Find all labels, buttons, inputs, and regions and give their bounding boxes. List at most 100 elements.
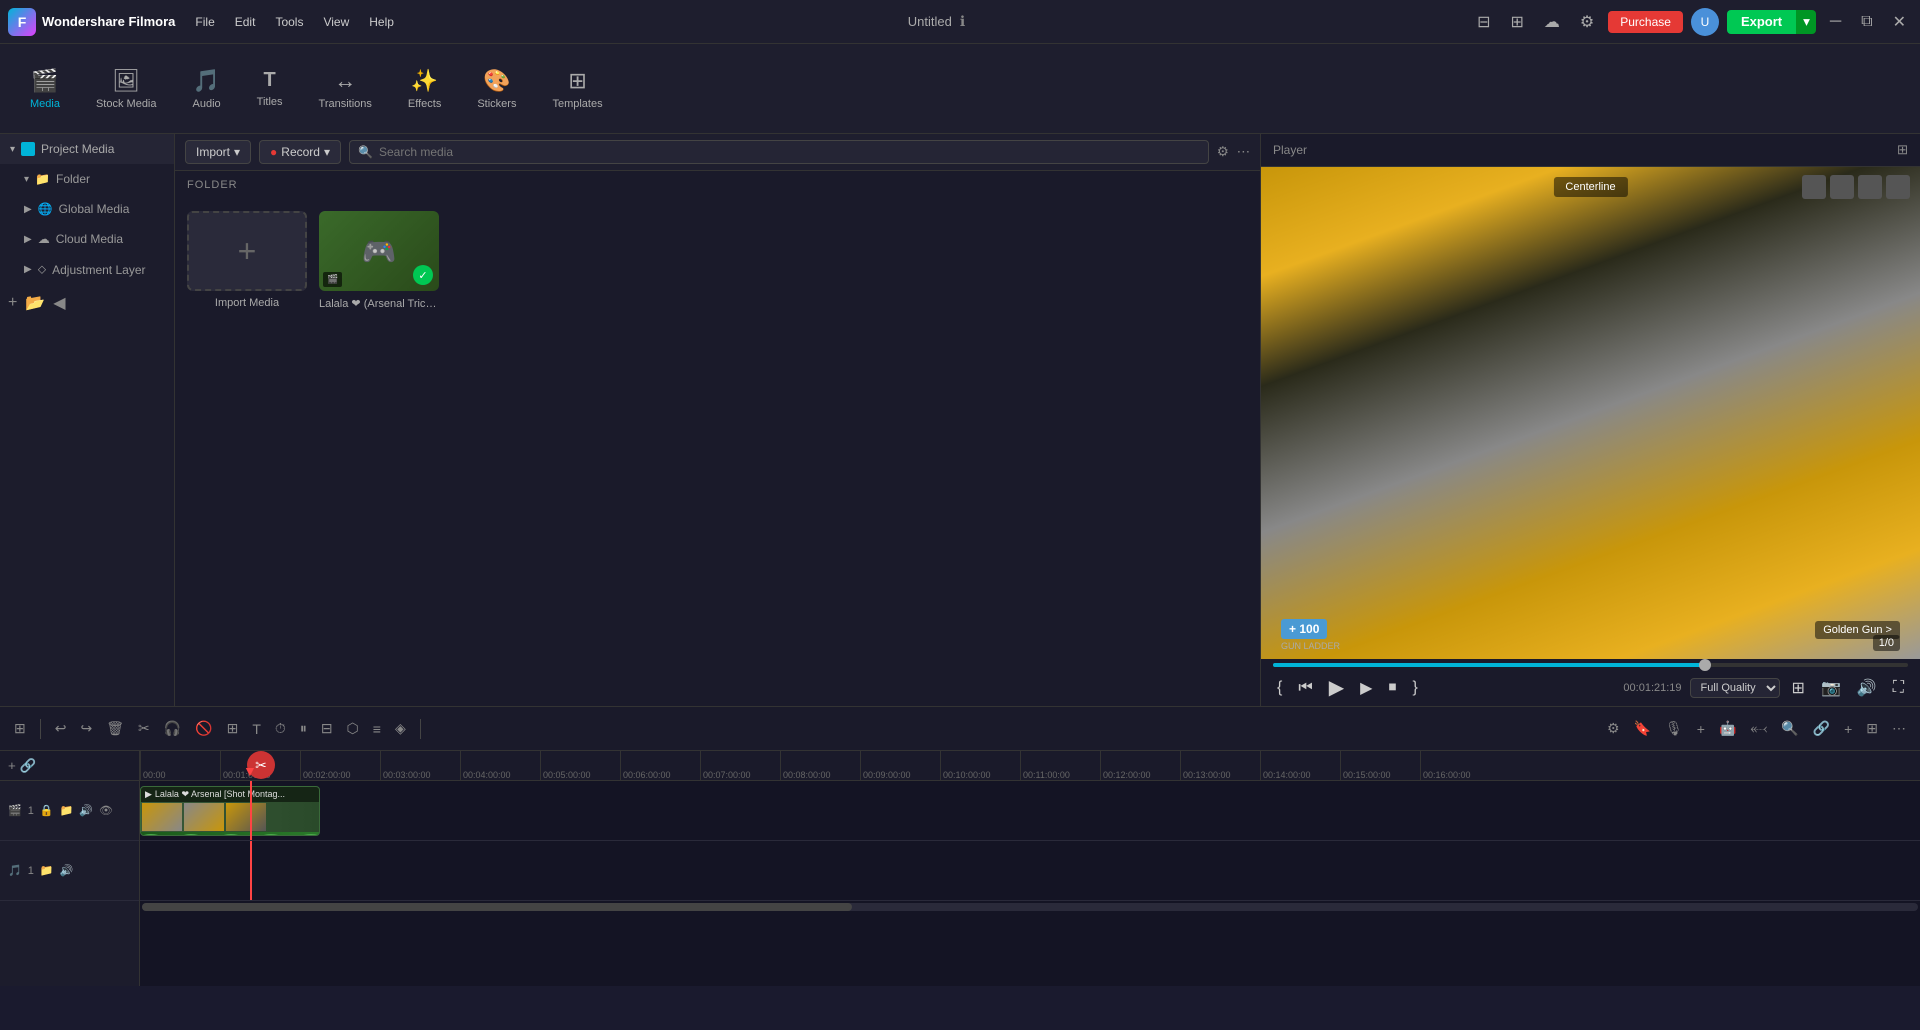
record-voice-button[interactable]: 🎙 (1661, 718, 1687, 739)
monitor-icon[interactable]: ⊟ (1471, 8, 1496, 36)
pan-button[interactable]: ⬡ (343, 718, 363, 739)
undo-button[interactable]: ↩ (51, 718, 71, 739)
redo-button[interactable]: ↪ (76, 718, 96, 739)
time-ruler: 00:00 00:01:00:00 00:02:00:00 00:03:00:0… (140, 751, 1920, 781)
video-clip[interactable]: ▶ Lalala ❤ Arsenal [Shot Montag... (140, 786, 320, 836)
freeze-button[interactable]: ⏸ (296, 718, 311, 739)
stop-button[interactable]: ⏹ (1384, 677, 1400, 699)
tab-media[interactable]: 🎬 Media (16, 60, 74, 118)
export-dropdown-button[interactable]: ▾ (1796, 10, 1816, 34)
cloud-media-chevron: ▶ (24, 234, 32, 245)
crop2-button[interactable]: ⊟ (317, 718, 337, 739)
tab-titles[interactable]: T Titles (243, 61, 297, 116)
sidebar-item-cloud-media[interactable]: ▶ ☁ Cloud Media (0, 224, 174, 254)
menu-tools[interactable]: Tools (267, 11, 311, 33)
folder-options-button[interactable]: 📂 (23, 291, 47, 315)
sidebar-item-adjustment-layer[interactable]: ▶ ⬦ Adjustment Layer (0, 254, 174, 285)
mute-video-button[interactable]: 🔊 (79, 804, 93, 817)
lock-video-button[interactable]: 🔒 (40, 804, 54, 817)
step-forward-button[interactable]: ▶ (1356, 676, 1376, 700)
folder-audio-button[interactable]: 📁 (40, 864, 54, 877)
project-media-header[interactable]: ▾ Project Media (0, 134, 174, 164)
folder-video-button[interactable]: 📁 (60, 804, 74, 817)
tab-stickers[interactable]: 🎨 Stickers (463, 60, 530, 118)
delete-button[interactable]: 🗑 (102, 718, 128, 739)
tab-templates[interactable]: ⊞ Templates (538, 60, 616, 118)
panel-collapse-button[interactable]: ◀ (51, 291, 67, 315)
crop-button[interactable]: ⛶ (1889, 677, 1908, 699)
quality-select[interactable]: Full Quality (1690, 678, 1780, 698)
timeline-layout-button[interactable]: ⊞ (10, 718, 30, 739)
purchase-button[interactable]: Purchase (1608, 11, 1683, 33)
record-dropdown[interactable]: ● Record ▾ (259, 140, 341, 164)
screenshot-button[interactable]: 📷 (1817, 676, 1845, 700)
avatar[interactable]: U (1691, 8, 1719, 36)
mark-out-button[interactable]: } (1408, 677, 1421, 699)
scrollbar-thumb[interactable] (142, 903, 852, 911)
composite-button[interactable]: ◈ (391, 718, 410, 739)
filter-button[interactable]: ⚙ (1217, 144, 1229, 160)
menu-bar: File Edit Tools View Help (187, 11, 402, 33)
effects-icon: ✨ (411, 68, 438, 94)
progress-thumb[interactable] (1699, 659, 1711, 671)
player-expand-button[interactable]: ⊞ (1897, 142, 1908, 158)
tab-stock-media[interactable]: 🖼 Stock Media (82, 60, 171, 118)
caption-button[interactable]: ⬷ (1746, 718, 1771, 739)
ai-button[interactable]: 🤖 (1715, 718, 1740, 739)
tab-effects[interactable]: ✨ Effects (394, 60, 455, 118)
horizontal-scrollbar[interactable] (142, 903, 1918, 911)
progress-bar[interactable] (1273, 663, 1908, 667)
text-button[interactable]: T (248, 719, 265, 739)
zoom-out-button[interactable]: 🔍 (1777, 718, 1802, 739)
menu-file[interactable]: File (187, 11, 222, 33)
menu-edit[interactable]: Edit (227, 11, 264, 33)
add-media-button[interactable]: + (8, 758, 16, 773)
link-tracks-button[interactable]: 🔗 (20, 758, 37, 774)
cloud-icon[interactable]: ☁ (1538, 8, 1566, 36)
grid-view-button[interactable]: ⊞ (1862, 718, 1882, 739)
clip-thumbnail-strip (141, 802, 319, 832)
minimize-button[interactable]: ─ (1824, 9, 1847, 35)
marker-button[interactable]: 🔖 (1630, 718, 1655, 739)
no-pen-button[interactable]: 🚫 (191, 718, 216, 739)
ruler-tick-6: 00:06:00:00 (620, 751, 700, 780)
speed-button[interactable]: ⏱ (271, 718, 290, 739)
step-back-button[interactable]: ⏮ (1294, 677, 1316, 699)
add-folder-button[interactable]: + (6, 291, 19, 315)
snap-button[interactable]: ⚙ (1603, 718, 1624, 739)
sidebar-item-global-media[interactable]: ▶ 🌐 Global Media (0, 194, 174, 224)
global-media-icon: 🌐 (38, 202, 53, 216)
cut-button[interactable]: ✂ (134, 718, 154, 739)
menu-help[interactable]: Help (361, 11, 402, 33)
fullscreen-button[interactable]: ⊞ (1788, 676, 1809, 700)
audio-detach-button[interactable]: 🎧 (160, 718, 185, 739)
volume-button[interactable]: 🔊 (1853, 676, 1881, 700)
mute-audio-button[interactable]: 🔊 (60, 864, 74, 877)
add-track-button[interactable]: + (1693, 719, 1709, 739)
tab-audio[interactable]: 🎵 Audio (179, 60, 235, 118)
thumb-frame-1 (142, 803, 182, 831)
tab-media-label: Media (30, 98, 60, 110)
eye-video-button[interactable]: 👁 (99, 804, 113, 817)
layout-icon[interactable]: ⊞ (1504, 8, 1529, 36)
link-button[interactable]: 🔗 (1809, 718, 1834, 739)
play-pause-button[interactable]: ▶ (1325, 673, 1348, 702)
settings-icon[interactable]: ⚙ (1574, 8, 1600, 36)
export-button[interactable]: Export (1727, 10, 1796, 34)
import-media-item[interactable]: + Import Media (187, 211, 307, 310)
menu-view[interactable]: View (315, 11, 357, 33)
tick-label-2: 00:02:00:00 (303, 770, 351, 780)
tab-transitions[interactable]: ↔ Transitions (305, 60, 386, 118)
more-timeline-button[interactable]: ⋯ (1888, 718, 1910, 739)
search-input[interactable] (379, 145, 1200, 159)
equalizer-button[interactable]: ≡ (369, 719, 385, 739)
video-media-item[interactable]: 🎮 ✓ 🎬 Lalala ❤ (Arsenal Trick... (319, 211, 439, 310)
crop-timeline-button[interactable]: ⊞ (223, 718, 243, 739)
close-button[interactable]: ✕ (1887, 8, 1912, 36)
import-dropdown[interactable]: Import ▾ (185, 140, 251, 164)
mark-in-button[interactable]: { (1273, 677, 1286, 699)
maximize-button[interactable]: ⧉ (1855, 9, 1878, 35)
sidebar-item-folder[interactable]: ▾ 📁 Folder (0, 164, 174, 194)
zoom-in-button[interactable]: + (1840, 719, 1856, 739)
more-options-button[interactable]: ⋯ (1237, 144, 1250, 160)
